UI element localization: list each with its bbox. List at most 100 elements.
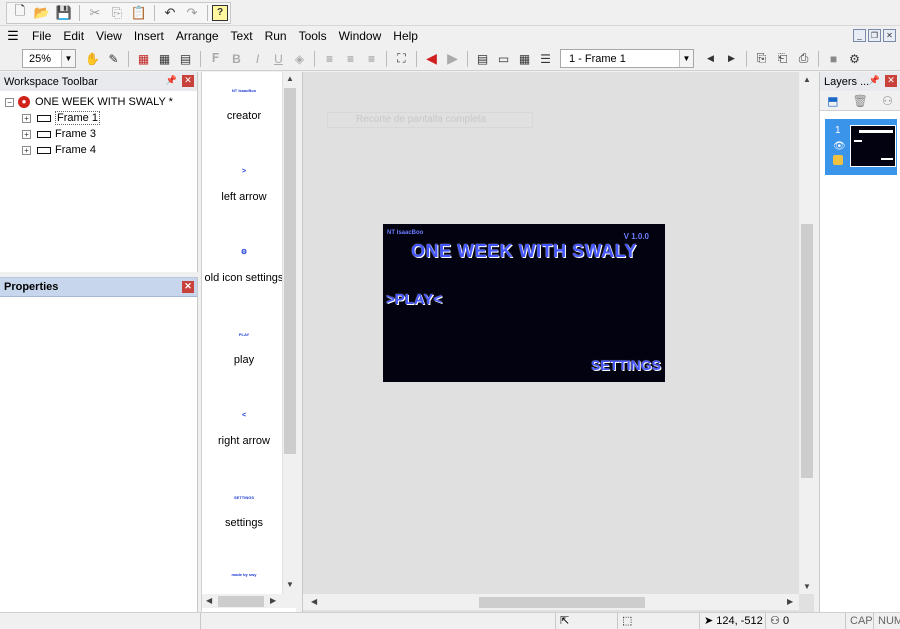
fill-color-icon[interactable]: ◈ — [289, 49, 310, 69]
version-text[interactable]: V 1.0.0 — [624, 232, 649, 241]
minimize-icon[interactable]: _ — [853, 29, 866, 42]
scroll-up-icon[interactable]: ▲ — [286, 74, 294, 83]
game-stage[interactable]: NT IsaacBoo V 1.0.0 ONE WEEK WITH SWALY … — [383, 224, 665, 382]
creator-tag[interactable]: NT IsaacBoo — [387, 230, 423, 236]
expand-icon[interactable]: + — [22, 145, 31, 155]
menu-run[interactable]: Run — [259, 26, 293, 46]
menu-text[interactable]: Text — [225, 26, 259, 46]
list-item[interactable]: PLAY play — [202, 330, 286, 366]
fit-to-window-icon[interactable]: ⛶ — [391, 49, 412, 69]
frame-select[interactable]: 1 - Frame 1 ▼ — [560, 49, 694, 68]
lock-icon[interactable] — [833, 155, 843, 165]
menu-window[interactable]: Window — [333, 26, 388, 46]
close-icon[interactable]: ✕ — [182, 75, 194, 87]
redo-icon[interactable]: ↷ — [181, 3, 203, 23]
app-menu-icon[interactable]: ☰ — [0, 26, 26, 46]
pin-icon[interactable]: 📌 — [166, 75, 177, 86]
frame-editor-canvas[interactable]: Recorte de pantalla completa NT IsaacBoo… — [302, 72, 815, 612]
list-item[interactable]: SETTINGS settings — [202, 493, 286, 529]
undo-icon[interactable]: ↶ — [159, 3, 181, 23]
pin-icon[interactable]: 📌 — [869, 75, 880, 86]
scroll-down-icon[interactable]: ▼ — [286, 580, 294, 589]
grid-layout-icon[interactable]: ▦ — [133, 49, 154, 69]
scroll-thumb[interactable] — [801, 224, 813, 478]
scroll-thumb[interactable] — [479, 597, 645, 608]
list-item[interactable]: ⚙ old icon settings — [202, 248, 286, 284]
grid-snap-icon[interactable]: ▤ — [175, 49, 196, 69]
expand-icon[interactable]: + — [22, 113, 31, 123]
menu-help[interactable]: Help — [387, 26, 424, 46]
help-icon[interactable]: ? — [212, 4, 228, 21]
close-icon[interactable]: ✕ — [885, 75, 897, 87]
tree-item-frame-4[interactable]: + Frame 4 — [0, 142, 197, 158]
project-tree-root[interactable]: − ● ONE WEEK WITH SWALY * — [0, 94, 197, 110]
previous-frame-icon[interactable]: ◀ — [700, 49, 721, 69]
frame-grid-icon[interactable]: ▦ — [514, 49, 535, 69]
scroll-thumb[interactable] — [218, 596, 264, 607]
menu-file[interactable]: File — [26, 26, 57, 46]
delete-layer-icon[interactable]: 🗑 — [853, 94, 868, 108]
underline-icon[interactable]: U — [268, 49, 289, 69]
frame-list-icon[interactable]: ▤ — [472, 49, 493, 69]
new-layer-icon[interactable]: ⬒ — [827, 94, 838, 108]
align-center-icon[interactable]: ≡ — [340, 49, 361, 69]
save-icon[interactable]: 💾 — [53, 3, 75, 23]
scroll-left-icon[interactable]: ◀ — [311, 597, 317, 606]
grid-icon[interactable]: ▦ — [154, 49, 175, 69]
close-icon[interactable]: ✕ — [883, 29, 896, 42]
tree-item-frame-1[interactable]: + Frame 1 — [0, 110, 197, 126]
layer-mask-icon[interactable]: ⚇ — [882, 94, 893, 108]
open-folder-icon[interactable]: 📂 — [31, 3, 53, 23]
frame-props-icon[interactable]: ☰ — [535, 49, 556, 69]
list-item[interactable]: made by swy — [202, 570, 286, 580]
scroll-thumb[interactable] — [284, 88, 296, 454]
tree-item-frame-3[interactable]: + Frame 3 — [0, 126, 197, 142]
align-right-icon[interactable]: ≡ — [361, 49, 382, 69]
italic-icon[interactable]: I — [247, 49, 268, 69]
play-button[interactable]: >PLAY< — [386, 291, 442, 308]
scroll-up-icon[interactable]: ▲ — [803, 75, 811, 84]
canvas-vertical-scrollbar[interactable]: ▲ ▼ — [799, 72, 815, 594]
expand-icon[interactable]: + — [22, 129, 31, 139]
frame-tool-1-icon[interactable]: ⎘ — [751, 49, 772, 69]
library-vertical-scrollbar[interactable]: ▲ ▼ — [282, 72, 296, 594]
scroll-down-icon[interactable]: ▼ — [803, 582, 811, 591]
menu-view[interactable]: View — [90, 26, 128, 46]
paste-icon[interactable]: 📋 — [128, 3, 150, 23]
menu-tools[interactable]: Tools — [293, 26, 333, 46]
menu-insert[interactable]: Insert — [128, 26, 170, 46]
new-file-icon[interactable]: 🗋 — [9, 3, 31, 23]
library-horizontal-scrollbar[interactable]: ◀ ▶ — [202, 594, 297, 608]
frame-window-icon[interactable]: ▭ — [493, 49, 514, 69]
stop-icon[interactable]: ■ — [823, 49, 844, 69]
settings-button[interactable]: SETTINGS — [591, 357, 661, 373]
cut-icon[interactable]: ✂ — [84, 3, 106, 23]
back-red-icon[interactable]: ◀ — [421, 49, 442, 69]
restore-icon[interactable]: ❐ — [868, 29, 881, 42]
next-frame-icon[interactable]: ▶ — [721, 49, 742, 69]
forward-grey-icon[interactable]: ▶ — [442, 49, 463, 69]
scroll-right-icon[interactable]: ▶ — [270, 596, 276, 605]
canvas-horizontal-scrollbar[interactable]: ◀ ▶ — [303, 594, 799, 610]
align-left-icon[interactable]: ≡ — [319, 49, 340, 69]
layer-row[interactable]: 1 👁 — [825, 119, 897, 175]
frame-tool-2-icon[interactable]: ⎗ — [772, 49, 793, 69]
list-item[interactable]: < right arrow — [202, 411, 286, 447]
brush-tool-icon[interactable]: ✎ — [103, 49, 124, 69]
scroll-right-icon[interactable]: ▶ — [787, 597, 793, 606]
list-item[interactable]: NT IsaacBoo creator — [202, 86, 286, 122]
eye-icon[interactable]: 👁 — [833, 141, 846, 152]
menu-arrange[interactable]: Arrange — [170, 26, 225, 46]
scroll-left-icon[interactable]: ◀ — [206, 596, 212, 605]
zoom-select[interactable]: 25% ▼ — [22, 49, 76, 68]
frame-tool-3-icon[interactable]: ⎙ — [793, 49, 814, 69]
run-app-icon[interactable]: ⚙ — [844, 49, 865, 69]
menu-edit[interactable]: Edit — [57, 26, 90, 46]
list-item[interactable]: > left arrow — [202, 167, 286, 203]
font-icon[interactable]: 𝐅 — [205, 49, 226, 69]
collapse-icon[interactable]: − — [5, 97, 14, 107]
close-icon[interactable]: ✕ — [182, 281, 194, 293]
hand-tool-icon[interactable]: ✋ — [82, 49, 103, 69]
copy-icon[interactable]: ⎘ — [106, 3, 128, 23]
game-title[interactable]: ONE WEEK WITH SWALY — [383, 241, 665, 262]
